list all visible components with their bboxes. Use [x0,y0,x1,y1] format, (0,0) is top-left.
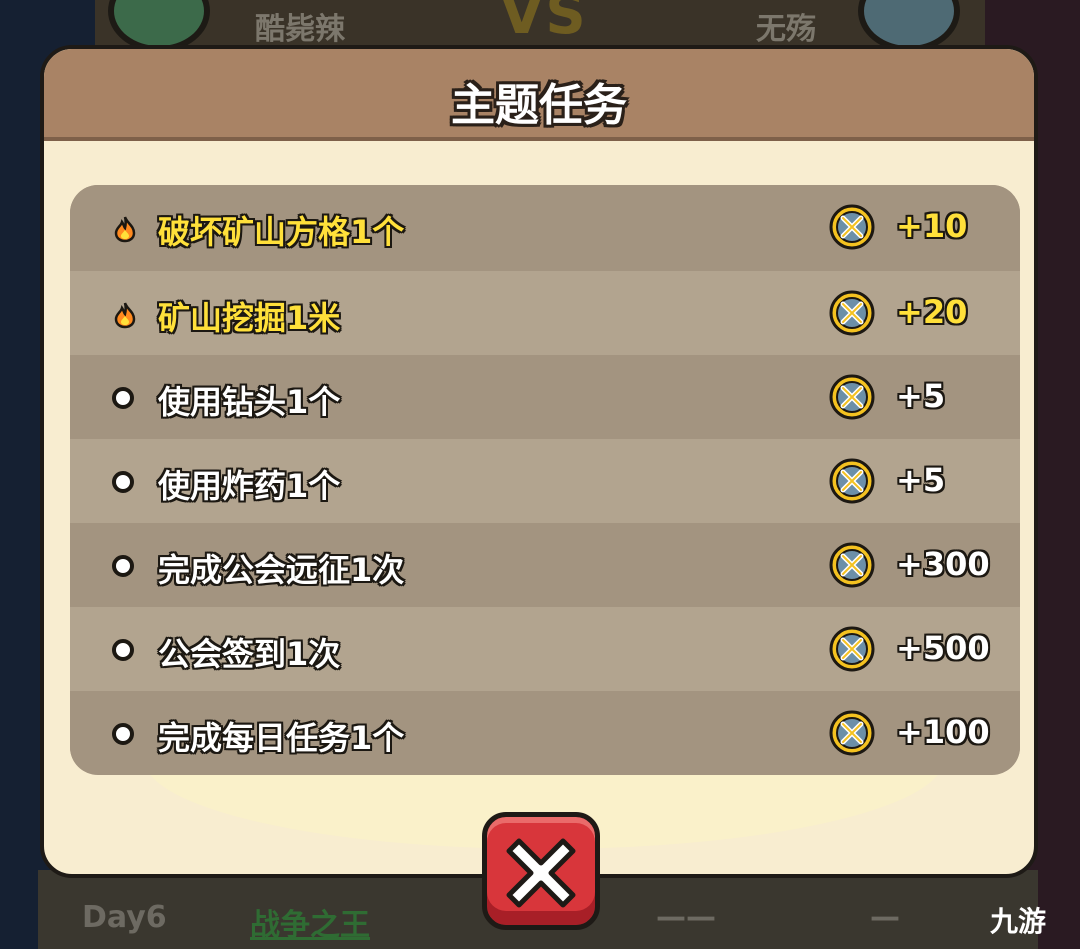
versus-label: VS [500,0,588,47]
bullet-dot-icon [112,723,134,745]
close-x-icon [506,838,576,908]
bottom-dash-1: —— [656,900,716,935]
task-reward-value: +5 [896,461,946,499]
crossed-swords-coin-icon [828,457,876,505]
task-list: 破坏矿山方格1个 +10 矿山挖掘1米 +20 使用钻头1个 +5 使用炸药1个 +5 完成公会… [70,185,1020,775]
bullet-dot-icon [112,639,134,661]
dialog-title: 主题任务 [451,80,627,131]
task-row: 完成公会远征1次 +300 [70,523,1020,607]
fire-icon [112,215,136,243]
dialog-header: 主题任务 [44,49,1034,141]
bottom-day-label: Day6 [82,900,167,935]
task-reward-value: +20 [896,293,968,331]
bullet-dot-icon [112,555,134,577]
task-reward-value: +500 [896,629,990,667]
task-reward-value: +5 [896,377,946,415]
task-row: 使用钻头1个 +5 [70,355,1020,439]
crossed-swords-coin-icon [828,373,876,421]
task-label: 完成公会远征1次 [158,551,405,589]
task-row: 矿山挖掘1米 +20 [70,271,1020,355]
left-player-name: 酷毙辣 [255,12,345,47]
crossed-swords-coin-icon [828,625,876,673]
task-label: 破坏矿山方格1个 [158,213,405,251]
task-row: 完成每日任务1个 +100 [70,691,1020,771]
task-reward-value: +100 [896,713,990,751]
crossed-swords-coin-icon [828,541,876,589]
task-row: 使用炸药1个 +5 [70,439,1020,523]
task-label: 完成每日任务1个 [158,719,405,757]
right-player-name: 无殇 [756,12,816,47]
crossed-swords-coin-icon [828,289,876,337]
task-label: 矿山挖掘1米 [158,299,341,337]
bottom-dash-2: — [870,900,900,935]
bottom-title-link[interactable]: 战争之王 [250,900,370,944]
watermark-logo: 九游 [990,905,1047,938]
fire-icon [112,301,136,329]
task-row: 破坏矿山方格1个 +10 [70,185,1020,271]
task-row: 公会签到1次 +500 [70,607,1020,691]
bullet-dot-icon [112,387,134,409]
bullet-dot-icon [112,471,134,493]
task-label: 使用炸药1个 [158,467,341,505]
close-button[interactable] [482,812,600,930]
task-label: 公会签到1次 [158,635,341,673]
crossed-swords-coin-icon [828,203,876,251]
crossed-swords-coin-icon [828,709,876,757]
task-reward-value: +300 [896,545,990,583]
task-label: 使用钻头1个 [158,383,341,421]
task-reward-value: +10 [896,207,968,245]
theme-task-dialog: 主题任务 破坏矿山方格1个 +10 矿山挖掘1米 +20 使用钻头1个 +5 使用炸药1个 +… [40,45,1038,878]
